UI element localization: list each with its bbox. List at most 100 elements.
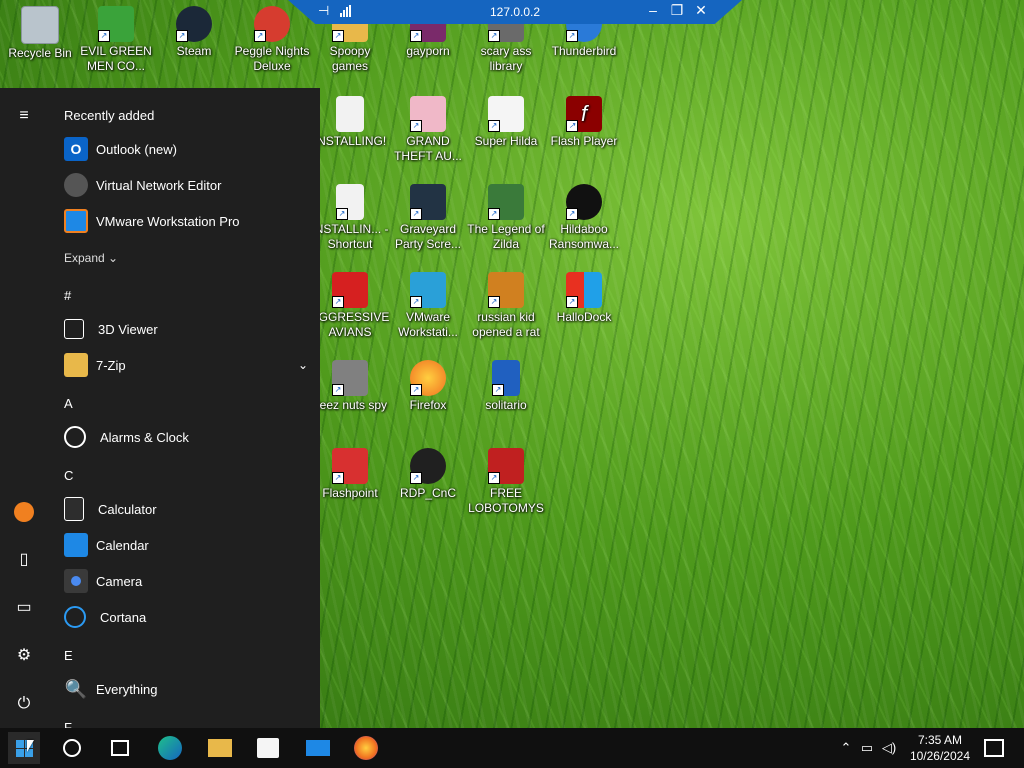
start-item-3d-viewer[interactable]: 3D Viewer xyxy=(64,311,304,347)
start-menu-rail: ≡ ▯ ▭ ⚙ ⏻ xyxy=(0,88,48,728)
shield-icon: ↗ xyxy=(566,272,602,308)
steam-icon: ↗ xyxy=(176,6,212,42)
desktop-icon-installing[interactable]: INSTALLING! xyxy=(310,96,390,149)
pictures-icon[interactable]: ▭ xyxy=(14,598,34,618)
start-item-outlook[interactable]: O Outlook (new) xyxy=(64,131,304,167)
start-item-calculator[interactable]: Calculator xyxy=(64,491,304,527)
desktop-icon-firefox[interactable]: ↗ Firefox xyxy=(388,360,468,413)
notifications-button[interactable] xyxy=(978,732,1010,764)
start-menu-app-list: Recently added O Outlook (new) Virtual N… xyxy=(48,88,320,728)
desktop-icon-super-hilda[interactable]: ↗ Super Hilda xyxy=(466,96,546,149)
start-button[interactable] xyxy=(8,732,40,764)
desktop-icon-solitario[interactable]: ↗ solitario xyxy=(466,360,546,413)
anime-girl-icon: ↗ xyxy=(410,96,446,132)
power-icon[interactable]: ⏻ xyxy=(14,694,34,714)
chevron-up-icon[interactable]: ⌃ xyxy=(836,740,856,756)
desktop-icon-steam[interactable]: ↗ Steam xyxy=(154,6,234,59)
volume-icon[interactable]: ◁) xyxy=(878,740,900,756)
hamburger-menu-icon[interactable]: ≡ xyxy=(14,106,34,126)
clock[interactable]: 7:35 AM 10/26/2024 xyxy=(910,732,970,764)
close-icon[interactable]: ✕ xyxy=(692,2,710,19)
mouse-cursor-icon xyxy=(27,740,34,752)
start-item-vmware-workstation[interactable]: VMware Workstation Pro xyxy=(64,203,304,239)
task-view-button[interactable] xyxy=(104,732,136,764)
start-menu: ≡ ▯ ▭ ⚙ ⏻ Recently added O Outlook (new)… xyxy=(0,88,320,728)
system-tray: ⌃ ▭ ◁) xyxy=(836,728,900,768)
document-icon xyxy=(336,96,364,132)
restore-icon[interactable]: ❐ xyxy=(668,2,686,19)
calendar-icon xyxy=(64,533,88,557)
clock-time: 7:35 AM xyxy=(917,733,962,747)
rat-icon: ↗ xyxy=(488,272,524,308)
firefox-button[interactable] xyxy=(350,732,382,764)
desktop-icon-peggle[interactable]: ↗ Peggle Nights Deluxe xyxy=(232,6,312,74)
file-explorer-button[interactable] xyxy=(204,732,236,764)
minimize-icon[interactable]: – xyxy=(644,2,662,18)
notification-icon xyxy=(984,739,1004,757)
documents-icon[interactable]: ▯ xyxy=(14,550,34,570)
pixel-dog-icon: ↗ xyxy=(488,96,524,132)
clock-icon xyxy=(64,426,86,448)
desktop-icon-recycle-bin[interactable]: Recycle Bin xyxy=(0,6,80,61)
section-header-a[interactable]: A xyxy=(64,396,73,411)
desktop-icon-flashpoint[interactable]: ↗ Flashpoint xyxy=(310,448,390,501)
clock-date: 10/26/2024 xyxy=(909,749,970,763)
start-item-calendar[interactable]: Calendar xyxy=(64,527,304,563)
desktop-icon-legend-of-zilda[interactable]: ↗ The Legend of Zilda xyxy=(466,184,546,252)
taskbar: ⌃ ▭ ◁) 7:35 AM 10/26/2024 xyxy=(0,728,1024,768)
desktop-icon-hallodock[interactable]: ↗ HalloDock xyxy=(544,272,624,325)
desktop-icon-flash-player[interactable]: f ↗ Flash Player xyxy=(544,96,624,149)
section-header-c[interactable]: C xyxy=(64,468,73,483)
search-button[interactable] xyxy=(56,732,88,764)
start-item-7zip[interactable]: 7-Zip ⌄ xyxy=(64,347,308,383)
window-stack-icon: ↗ xyxy=(332,360,368,396)
task-view-icon xyxy=(111,740,129,756)
start-item-alarms-clock[interactable]: Alarms & Clock xyxy=(64,419,304,455)
recently-added-header: Recently added xyxy=(64,108,155,123)
desktop-icon-hildaboo[interactable]: ↗ Hildaboo Ransomwa... xyxy=(544,184,624,252)
edge-icon xyxy=(158,736,182,760)
folder-icon xyxy=(208,739,232,757)
ransomware-icon: ↗ xyxy=(566,184,602,220)
desktop-icon-graveyard[interactable]: ↗ Graveyard Party Scre... xyxy=(388,184,468,252)
expand-button[interactable]: Expand ⌄ xyxy=(64,251,118,265)
store-button[interactable] xyxy=(252,732,284,764)
start-item-everything[interactable]: 🔍 Everything xyxy=(64,671,304,707)
graveyard-icon: ↗ xyxy=(410,184,446,220)
desktop-icon-gta[interactable]: ↗ GRAND THEFT AU... xyxy=(388,96,468,164)
lobotomy-icon: ↗ xyxy=(488,448,524,484)
mail-button[interactable] xyxy=(302,732,334,764)
desktop-icon-installing-shortcut[interactable]: ↗ INSTALLIN... - Shortcut xyxy=(310,184,390,252)
angry-bird-icon: ↗ xyxy=(332,272,368,308)
desktop-icon-aggressive-avians[interactable]: ↗ AGGRESSIVE AVIANS xyxy=(310,272,390,340)
flashpoint-icon: ↗ xyxy=(332,448,368,484)
desktop-icon-free-lobotomys[interactable]: ↗ FREE LOBOTOMYS xyxy=(466,448,546,516)
section-header-f[interactable]: F xyxy=(64,720,72,728)
calculator-icon xyxy=(64,497,84,521)
flash-icon: f ↗ xyxy=(566,96,602,132)
recycle-bin-icon xyxy=(21,6,59,44)
rdp-connection-bar[interactable]: ⊣ 127.0.0.2 – ❐ ✕ xyxy=(288,0,742,24)
desktop-icon-rdp-cnc[interactable]: ↗ RDP_CnC xyxy=(388,448,468,501)
network-editor-icon xyxy=(64,173,88,197)
section-header-hash[interactable]: # xyxy=(64,288,71,303)
user-avatar-icon[interactable] xyxy=(14,502,34,522)
desktop-icon-vmware[interactable]: ↗ VMware Workstati... xyxy=(388,272,468,340)
desktop-icon-russian-kid[interactable]: ↗ russian kid opened a rat xyxy=(466,272,546,340)
mail-icon xyxy=(306,740,330,756)
desktop-icon-deez-nuts-spy[interactable]: ↗ deez nuts spy xyxy=(310,360,390,413)
network-icon[interactable]: ▭ xyxy=(856,740,878,756)
magnifier-icon: 🔍 xyxy=(64,678,88,699)
desktop-icon-evil-green-men[interactable]: ↗ EVIL GREEN MEN CO... xyxy=(76,6,156,74)
start-item-cortana[interactable]: Cortana xyxy=(64,599,304,635)
chevron-down-icon[interactable]: ⌄ xyxy=(298,358,308,372)
solitaire-icon: ↗ xyxy=(492,360,520,396)
document-icon: ↗ xyxy=(336,184,364,220)
start-item-virtual-network-editor[interactable]: Virtual Network Editor xyxy=(64,167,304,203)
zilda-icon: ↗ xyxy=(488,184,524,220)
section-header-e[interactable]: E xyxy=(64,648,73,663)
start-item-camera[interactable]: Camera xyxy=(64,563,304,599)
settings-gear-icon[interactable]: ⚙ xyxy=(14,646,34,666)
chevron-down-icon: ⌄ xyxy=(108,251,119,265)
edge-button[interactable] xyxy=(154,732,186,764)
